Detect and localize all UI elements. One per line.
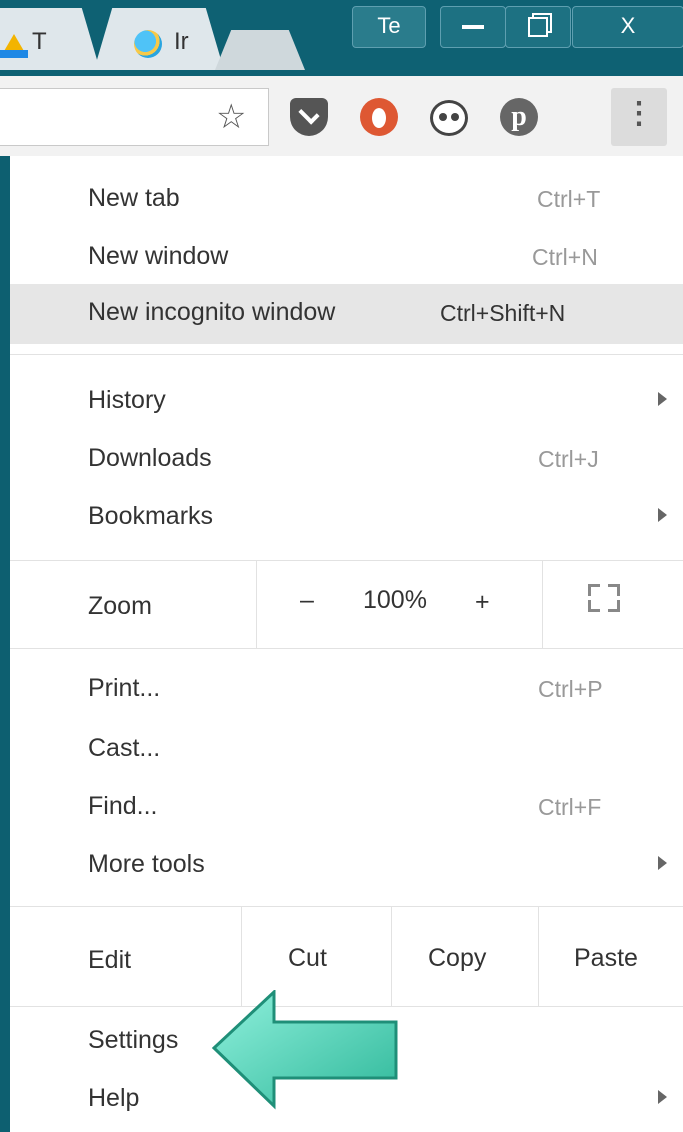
tab-ie[interactable]: Ir	[94, 8, 224, 70]
menu-button[interactable]: ⋮	[611, 88, 667, 146]
menu-divider	[538, 906, 539, 1006]
fullscreen-button[interactable]	[588, 584, 620, 612]
menu-item-label: Help	[88, 1084, 140, 1112]
callout-arrow-icon	[211, 990, 398, 1110]
tab-label: T	[32, 28, 47, 55]
shortcut-label: Ctrl+Shift+N	[440, 300, 566, 326]
copy-button[interactable]: Copy	[428, 944, 486, 973]
menu-item-bookmarks[interactable]: Bookmarks	[10, 490, 683, 546]
minimize-icon	[462, 25, 484, 30]
menu-item-cast[interactable]: Cast...	[10, 722, 683, 778]
menu-item-new-tab[interactable]: New tab Ctrl+T	[10, 172, 683, 228]
menu-item-print[interactable]: Print... Ctrl+P	[10, 662, 683, 718]
restore-icon	[528, 17, 548, 38]
edit-label: Edit	[88, 946, 132, 974]
duckduckgo-icon[interactable]	[360, 98, 398, 136]
menu-item-find[interactable]: Find... Ctrl+F	[10, 780, 683, 836]
browser-toolbar: ☆ p ⋮	[0, 76, 683, 156]
menu-item-label: New incognito window	[88, 298, 336, 326]
menu-item-label: Bookmarks	[88, 502, 214, 530]
submenu-arrow-icon	[658, 1090, 667, 1104]
menu-divider	[10, 354, 683, 355]
menu-item-label: Find...	[88, 792, 158, 820]
minimize-button[interactable]	[440, 6, 506, 48]
close-button[interactable]: X	[572, 6, 683, 48]
cut-button[interactable]: Cut	[288, 944, 327, 973]
menu-item-more-tools[interactable]: More tools	[10, 838, 683, 894]
menu-item-label: Print...	[88, 674, 161, 702]
restore-button[interactable]	[505, 6, 571, 48]
address-bar[interactable]: ☆	[0, 88, 269, 146]
shortcut-label: Ctrl+P	[538, 676, 603, 702]
menu-divider	[10, 648, 683, 649]
pocket-icon[interactable]	[290, 98, 328, 136]
menu-item-label: More tools	[88, 850, 205, 878]
zoom-out-button[interactable]: –	[300, 586, 314, 615]
menu-divider	[256, 560, 257, 648]
paste-button[interactable]: Paste	[574, 944, 638, 973]
menu-row-zoom: Zoom	[10, 560, 683, 648]
shortcut-label: Ctrl+N	[532, 244, 598, 270]
zoom-label: Zoom	[88, 592, 152, 620]
submenu-arrow-icon	[658, 856, 667, 870]
menu-item-new-incognito-window[interactable]: New incognito window Ctrl+Shift+N	[10, 284, 683, 344]
profile-button[interactable]: Te	[352, 6, 426, 48]
menu-item-label: New window	[88, 242, 229, 270]
new-tab-button[interactable]	[215, 30, 305, 70]
zoom-in-button[interactable]: +	[475, 588, 490, 617]
title-bar: T Ir Te X	[0, 0, 683, 76]
tab-label: Ir	[174, 28, 189, 55]
menu-item-label: Settings	[88, 1026, 179, 1054]
google-drive-icon	[0, 34, 28, 58]
menu-item-history[interactable]: History	[10, 374, 683, 430]
bookmark-star-icon[interactable]: ☆	[216, 97, 246, 137]
shortcut-label: Ctrl+T	[537, 186, 601, 212]
menu-item-label: History	[88, 386, 166, 414]
panda-icon[interactable]	[430, 100, 468, 136]
menu-item-label: Cast...	[88, 734, 161, 762]
menu-divider	[542, 560, 543, 648]
submenu-arrow-icon	[658, 508, 667, 522]
chrome-menu: New tab Ctrl+T New window Ctrl+N New inc…	[10, 156, 683, 1132]
menu-item-label: Downloads	[88, 444, 212, 472]
internet-explorer-icon	[134, 30, 162, 58]
submenu-arrow-icon	[658, 392, 667, 406]
menu-item-new-window[interactable]: New window Ctrl+N	[10, 230, 683, 286]
menu-item-label: New tab	[88, 184, 180, 212]
pinterest-icon[interactable]: p	[500, 98, 538, 136]
shortcut-label: Ctrl+F	[538, 794, 602, 820]
zoom-level: 100%	[363, 586, 427, 614]
menu-item-downloads[interactable]: Downloads Ctrl+J	[10, 432, 683, 488]
tab-drive[interactable]: T	[0, 8, 100, 70]
shortcut-label: Ctrl+J	[538, 446, 599, 472]
